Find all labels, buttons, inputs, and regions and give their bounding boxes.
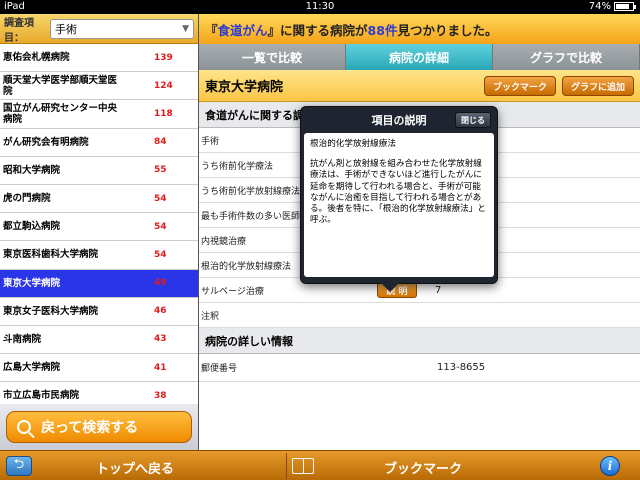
bookmark-tab-button[interactable]: ブックマーク [384,458,462,477]
popover-title: 項目の説明 [371,114,427,127]
search-icon [17,420,31,434]
view-tabs: 一覧で比較 病院の詳細 グラフで比較 [199,44,640,70]
list-item[interactable]: 恵佑会札幌病院 139 [0,44,198,73]
search-category-select[interactable]: 手術 ▼ [50,18,194,39]
tab-list-compare[interactable]: 一覧で比較 [199,44,346,70]
hospital-header: 東京大学病院 ブックマーク グラフに追加 [199,70,640,102]
hospital-name: がん研究会有明病院 [3,136,89,148]
banner-keyword: 食道がん [217,22,268,38]
hospital-count: 49 [154,278,167,289]
banner-count: 88件 [367,22,398,38]
section-title-info: 病院の詳しい情報 [199,328,640,354]
hospital-name: 順天堂大学医学部順天堂医院 [3,74,118,97]
postal-value: 113-8655 [437,362,486,373]
hospital-name: 国立がん研究センター中央病院 [3,102,118,125]
hospital-name: 昭和大学病院 [3,164,61,176]
hospital-count: 38 [154,390,167,400]
search-category-bar: 調査項目： 手術 ▼ [0,14,198,44]
close-button[interactable]: 閉じる [455,112,491,128]
banner-mid: 』に関する病院が [267,22,368,38]
hospital-count: 84 [154,137,167,148]
hospital-count: 54 [154,221,167,232]
detail-key: サルベージ治療 [201,286,264,297]
hospital-name: 恵佑会札幌病院 [3,52,70,64]
list-item[interactable]: 順天堂大学医学部順天堂医院 124 [0,72,198,101]
hospital-count: 43 [154,334,167,345]
hospital-name: 東京女子医科大学病院 [3,305,99,317]
explanation-popover: 項目の説明 閉じる 根治的化学放射線療法 抗がん剤と放射線を組み合わせた化学放射… [300,106,498,292]
list-item[interactable]: 広島大学病院 41 [0,354,198,383]
list-item[interactable]: 昭和大学病院 55 [0,156,198,185]
book-icon[interactable] [292,458,314,474]
battery-icon [614,2,636,11]
tab-graph-compare[interactable]: グラフで比較 [493,44,640,70]
detail-row: 注釈 [199,303,640,328]
hospital-count: 118 [154,108,173,119]
hospital-name: 斗南病院 [3,333,42,345]
chevron-down-icon: ▼ [182,23,189,34]
list-item[interactable]: 東京女子医科大学病院 46 [0,297,198,326]
list-item[interactable]: 市立広島市民病院 38 [0,382,198,400]
hospital-count: 41 [154,362,167,373]
hospital-count: 54 [154,193,167,204]
list-item[interactable]: 国立がん研究センター中央病院 118 [0,100,198,129]
detail-value: 7 [435,284,442,296]
hospital-list-panel: 調査項目： 手術 ▼ 恵佑会札幌病院 139 順天堂大学医学部順天堂医院 124 国… [0,14,198,450]
popover-arrow [381,283,399,292]
list-item[interactable]: 都立駒込病院 54 [0,213,198,242]
back-search-button[interactable]: 戻って検索する [6,411,192,443]
detail-row: 郵便番号 113-8655 [199,354,640,382]
result-banner: 『食道がん 』に関する病院が 88件 見つかりました。 [199,14,640,44]
detail-key: 注釈 [201,311,220,322]
popover-body: 根治的化学放射線療法 抗がん剤と放射線を組み合わせた化学放射線療法は、手術ができ… [304,133,494,277]
info-icon[interactable]: i [600,456,620,476]
bookmark-button[interactable]: ブックマーク [483,76,556,97]
hospital-name: 広島大学病院 [3,362,61,374]
hospital-name: 都立駒込病院 [3,221,61,233]
hospital-name: 虎の門病院 [3,193,51,205]
back-search-bar: 戻って検索する [0,404,198,450]
clock: 11:30 [305,1,335,12]
list-item[interactable]: がん研究会有明病院 84 [0,128,198,157]
hospital-count: 46 [154,306,167,317]
battery-status: 74% [588,1,636,12]
status-bar: iPad 11:30 74% [0,0,640,14]
popover-term: 根治的化学放射線療法 [310,139,396,149]
banner-suffix: 見つかりました。 [397,22,498,38]
postal-key: 郵便番号 [201,364,238,374]
back-arrow-icon[interactable]: ⮌ [6,456,32,476]
tab-hospital-detail[interactable]: 病院の詳細 [346,44,493,70]
search-category-label: 調査項目： [4,17,34,44]
back-search-label: 戻って検索する [41,420,139,436]
banner-prefix: 『 [205,22,218,38]
hospital-count: 54 [154,249,167,260]
hospital-list[interactable]: 恵佑会札幌病院 139 順天堂大学医学部順天堂医院 124 国立がん研究センター中央… [0,44,198,400]
hospital-title: 東京大学病院 [205,80,284,95]
popover-title-bar: 項目の説明 閉じる [301,107,497,133]
list-item[interactable]: 東京医科歯科大学病院 54 [0,241,198,270]
bottom-toolbar: ⮌ トップへ戻る ブックマーク i [0,450,640,480]
add-graph-button[interactable]: グラフに追加 [561,76,634,97]
toolbar-divider [286,453,287,479]
hospital-count: 139 [154,52,173,63]
hospital-count: 124 [154,80,173,91]
hospital-actions: ブックマーク グラフに追加 [478,75,634,97]
hospital-name: 市立広島市民病院 [3,390,80,400]
list-item[interactable]: 斗南病院 43 [0,325,198,355]
hospital-name: 東京医科歯科大学病院 [3,249,99,261]
list-item[interactable]: 虎の門病院 54 [0,184,198,214]
list-item-selected[interactable]: 東京大学病院 49 [0,269,198,298]
top-button[interactable]: トップへ戻る [96,458,174,477]
popover-description: 抗がん剤と放射線を組み合わせた化学放射線療法は、手術ができないほど進行したがんに… [310,159,486,226]
search-category-value: 手術 [55,22,77,36]
hospital-count: 55 [154,165,167,176]
hospital-name: 東京大学病院 [3,277,61,289]
battery-percent: 74% [588,1,611,12]
